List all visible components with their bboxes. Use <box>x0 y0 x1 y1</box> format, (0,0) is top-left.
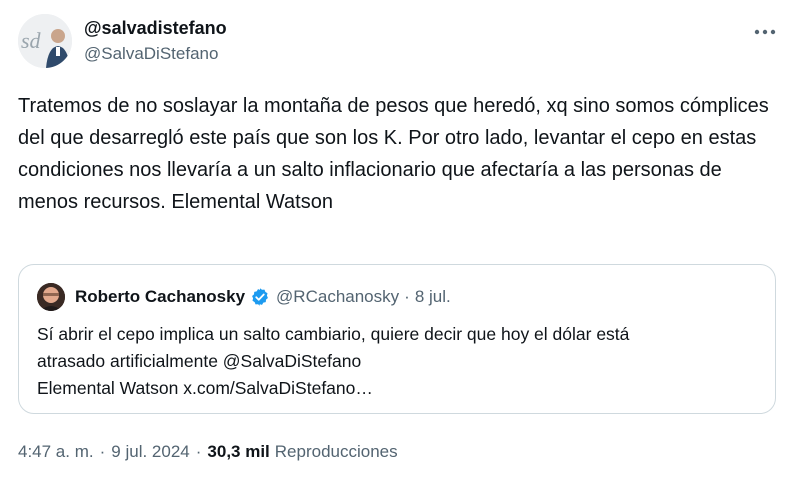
views-count: 30,3 mil <box>207 442 270 461</box>
quoted-author-avatar[interactable] <box>37 283 65 311</box>
quoted-tweet-text: Sí abrir el cepo implica un salto cambia… <box>37 321 767 402</box>
more-options-icon <box>754 29 776 35</box>
author-handle[interactable]: @SalvaDiStefano <box>84 42 227 66</box>
quoted-tweet-header: Roberto Cachanosky @RCachanosky · 8 jul. <box>37 283 451 311</box>
tweet-header: sd @salvadistefano @SalvaDiStefano <box>18 14 782 70</box>
tweet-time[interactable]: 4:47 a. m. <box>18 440 94 464</box>
author-avatar[interactable]: sd <box>18 14 72 68</box>
author-display-name[interactable]: @salvadistefano <box>84 16 227 40</box>
tweet-text: Tratemos de no soslayar la montaña de pe… <box>18 95 769 213</box>
quoted-separator: · <box>404 287 410 306</box>
meta-separator: · <box>195 442 202 461</box>
verified-badge-icon <box>252 288 268 306</box>
quoted-date[interactable]: 8 jul. <box>415 287 451 307</box>
quoted-text-line: atrasado artificialmente @SalvaDiStefano <box>37 351 362 371</box>
quoted-profile-photo-icon <box>37 283 65 311</box>
tweet-meta: 4:47 a. m. · 9 jul. 2024 · 30,3 mil Repr… <box>18 440 398 464</box>
quoted-author-name[interactable]: Roberto Cachanosky <box>75 287 245 307</box>
svg-text:sd: sd <box>21 28 42 53</box>
quoted-tweet[interactable]: Roberto Cachanosky @RCachanosky · 8 jul.… <box>18 264 776 414</box>
profile-photo-icon: sd <box>18 14 72 68</box>
quoted-text-line: Sí abrir el cepo implica un salto cambia… <box>37 324 630 344</box>
tweet-date[interactable]: 9 jul. 2024 <box>111 440 189 464</box>
quoted-author-handle[interactable]: @RCachanosky <box>276 287 399 307</box>
meta-separator: · <box>99 442 106 461</box>
views-label: Reproducciones <box>274 442 398 461</box>
more-options-button[interactable] <box>750 20 780 44</box>
quoted-text-line: Elemental Watson x.com/SalvaDiStefano… <box>37 378 373 398</box>
